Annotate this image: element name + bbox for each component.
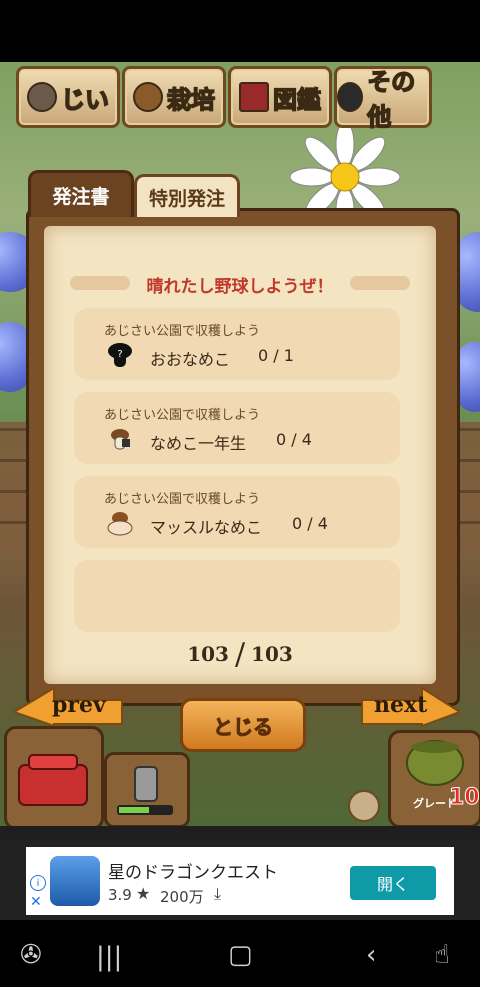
order-card: あじさい公園で収穫しよう なめこ一年生 0 / 4	[74, 392, 400, 464]
download-icon: ⤓	[214, 884, 222, 903]
jii-face-icon	[27, 82, 57, 112]
order-location: あじさい公園で収穫しよう	[104, 324, 261, 339]
status-bar	[0, 0, 480, 62]
pot-icon	[406, 740, 464, 786]
ad-title[interactable]: 星のドラゴンクエスト	[108, 858, 278, 883]
ad-open-button[interactable]: 開く	[350, 866, 436, 900]
title-banner: 晴れたし野球しようぜ！	[70, 264, 410, 304]
menu-button-encyclopedia[interactable]: 図鑑	[228, 66, 332, 128]
ad-downloads: 200万	[160, 888, 204, 906]
spray-can-icon	[117, 766, 173, 815]
menu-label: じい	[60, 85, 110, 115]
toolbox-button[interactable]	[4, 726, 104, 830]
order-card: あじさい公園で収穫しよう マッスルなめこ 0 / 4	[74, 476, 400, 548]
order-count: 0 / 4	[276, 430, 312, 449]
menu-label: 栽培	[166, 85, 216, 115]
close-button[interactable]: とじる	[180, 698, 306, 752]
order-location: あじさい公園で収穫しよう	[104, 492, 261, 507]
order-title: 晴れたし野球しようぜ！	[146, 276, 334, 297]
order-count: 0 / 1	[258, 346, 294, 365]
back-icon[interactable]: ‹	[366, 942, 376, 968]
next-label: next	[374, 692, 428, 718]
order-card-empty	[74, 560, 400, 632]
home-icon[interactable]: ▢	[228, 942, 253, 968]
android-nav-bar: ✇ ||| ▢ ‹ ☝	[0, 920, 480, 987]
order-count: 0 / 4	[292, 514, 328, 533]
order-item-name: マッスルなめこ	[150, 518, 263, 537]
mushroom-planting-icon	[133, 82, 163, 112]
grade-pot-button[interactable]: グレード 10	[388, 730, 480, 828]
refresh-icon[interactable]	[348, 790, 380, 822]
spray-button[interactable]	[104, 752, 190, 828]
unknown-nameko-icon: ?	[108, 343, 132, 367]
tab-special-order[interactable]: 特別発注	[134, 174, 240, 217]
tab-order-sheet[interactable]: 発注書	[28, 170, 134, 217]
banner-ornament	[350, 276, 410, 290]
magnifier-icon	[337, 82, 364, 112]
menu-button-other[interactable]: その他	[334, 66, 432, 132]
game-controller-icon[interactable]: ✇	[20, 942, 42, 968]
ad-close-icon[interactable]: ✕	[30, 895, 44, 909]
recent-apps-icon[interactable]: |||	[96, 944, 122, 970]
touch-lock-icon[interactable]: ☝	[434, 942, 450, 968]
order-item-name: おおなめこ	[150, 350, 231, 369]
order-location: あじさい公園で収穫しよう	[104, 408, 261, 423]
next-button[interactable]: next	[360, 686, 463, 728]
menu-label: 図鑑	[272, 85, 322, 115]
ad-info-icon[interactable]: i	[30, 875, 46, 891]
page-current: 103	[187, 642, 229, 666]
prev-button[interactable]: prev	[11, 686, 124, 728]
page-total: 103	[251, 642, 293, 666]
grade-value: 10	[449, 785, 480, 811]
page-separator: /	[234, 636, 246, 672]
star-icon: ★	[136, 884, 151, 903]
muscle-nameko-icon	[107, 512, 133, 536]
order-card: あじさい公園で収穫しよう ? おおなめこ 0 / 1	[74, 308, 400, 380]
ad-app-icon[interactable]	[50, 856, 100, 906]
banner-ornament	[70, 276, 130, 290]
nameko-student-icon	[111, 429, 130, 450]
page-counter: 103 / 103	[180, 636, 300, 672]
bottom-strip	[0, 826, 480, 840]
svg-text:?: ?	[117, 349, 122, 360]
toolbox-icon	[18, 754, 88, 806]
menu-label: その他	[367, 67, 416, 132]
book-icon	[239, 82, 269, 112]
menu-button-cultivate[interactable]: 栽培	[122, 66, 226, 128]
ad-rating: 3.9	[108, 886, 132, 904]
prev-label: prev	[52, 692, 106, 718]
order-item-name: なめこ一年生	[150, 434, 247, 453]
menu-button-jii[interactable]: じい	[16, 66, 120, 128]
